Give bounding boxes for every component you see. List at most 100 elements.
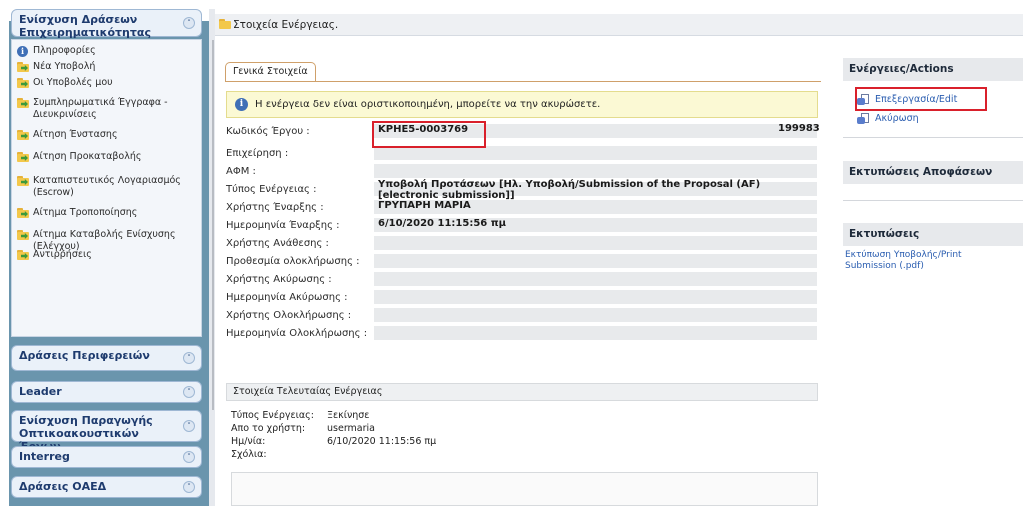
info-icon: i <box>17 46 30 57</box>
field-label: Χρήστης Έναρξης : <box>226 201 324 213</box>
collapse-icon[interactable]: ˄ <box>183 17 195 29</box>
field-value-bg <box>374 326 817 340</box>
section-title: Interreg <box>19 450 70 463</box>
print-submission-link[interactable]: Εκτύπωση Υποβολής/Print Submission (.pdf… <box>845 250 995 272</box>
page-title: Στοιχεία Ενέργειας. <box>233 19 339 31</box>
sidebar-item[interactable]: Αίτηση Προκαταβολής <box>17 151 195 163</box>
scrollbar[interactable] <box>212 40 214 410</box>
field-value-bg <box>374 290 817 304</box>
sidebar-item-label: Αίτηση Προκαταβολής <box>33 151 142 162</box>
last-action-row: Απο το χρήστη: usermaria <box>231 423 375 434</box>
expand-icon[interactable]: ˅ <box>183 420 195 432</box>
cancel-icon <box>857 113 870 124</box>
divider <box>843 137 1023 138</box>
prints-title: Εκτυπώσεις <box>843 223 1023 246</box>
last-action-value: Ξεκίνησε <box>327 410 370 421</box>
cancel-label: Ακύρωση <box>875 113 919 124</box>
expand-icon[interactable]: ˅ <box>183 386 195 398</box>
divider <box>843 200 1023 201</box>
sidebar-item[interactable]: i Πληροφορίες <box>17 45 195 57</box>
sidebar-item-label: Συμπληρωματικά Έγγραφα - Διευκρινίσεις <box>33 97 168 120</box>
folder-arrow-icon <box>17 208 30 219</box>
field-value-bg <box>374 254 817 268</box>
detail-field: Προθεσμία ολοκλήρωσης : <box>226 253 818 269</box>
folder-arrow-icon <box>17 62 30 73</box>
last-action-header: Στοιχεία Τελευταίας Ενέργειας <box>226 383 818 401</box>
sidebar-item[interactable]: Καταπιστευτικός Λογαριασμός (Escrow) <box>17 175 195 199</box>
page: Ενίσχυση Δράσεων Επιχειρηματικότητας ˄ i… <box>0 0 1023 506</box>
field-label: Ημερομηνία Ολοκλήρωσης : <box>226 327 368 339</box>
field-value-bg <box>374 164 817 178</box>
project-number: 199983 <box>778 123 820 134</box>
tab-general[interactable]: Γενικά Στοιχεία <box>225 62 316 81</box>
folder-arrow-icon <box>17 78 30 89</box>
section-title: Δράσεις ΟΑΕΔ <box>19 480 107 493</box>
detail-field: Χρήστης Έναρξης : ΓΡΥΠΑΡΗ ΜΑΡΙΑ <box>226 199 818 215</box>
actions-title: Ενέργειες/Actions <box>843 58 1023 81</box>
folder-arrow-icon <box>17 230 30 241</box>
folder-arrow-icon <box>17 130 30 141</box>
field-value: ΓΡΥΠΑΡΗ ΜΑΡΙΑ <box>378 200 471 211</box>
sidebar-item[interactable]: Νέα Υποβολή <box>17 61 195 73</box>
detail-field: Ημερομηνία Ολοκλήρωσης : <box>226 325 818 341</box>
section-enisxysi-draseon[interactable]: Ενίσχυση Δράσεων Επιχειρηματικότητας ˄ <box>11 9 202 39</box>
sidebar-item-label: Αίτηση Ένστασης <box>33 129 118 140</box>
notice-banner: i Η ενέργεια δεν είναι οριστικοποιημένη,… <box>226 91 818 118</box>
last-action-row: Ημ/νία: 6/10/2020 11:15:56 πμ <box>231 436 436 447</box>
field-label: Κωδικός Έργου : <box>226 125 310 137</box>
sidebar-item-label: Νέα Υποβολή <box>33 61 96 72</box>
section-collapsed[interactable]: Leader ˅ <box>11 381 202 403</box>
field-label: Τύπος Ενέργειας : <box>226 183 317 195</box>
last-action-label: Σχόλια: <box>231 449 267 460</box>
expand-icon[interactable]: ˅ <box>183 352 195 364</box>
cancel-action[interactable]: Ακύρωση <box>857 113 919 124</box>
detail-field: Τύπος Ενέργειας : Υποβολή Προτάσεων [Ηλ. … <box>226 179 818 201</box>
section-collapsed[interactable]: Ενίσχυση Παραγωγής Οπτικοακουστικών Έργω… <box>11 410 202 453</box>
last-action-value: 6/10/2020 11:15:56 πμ <box>327 436 437 447</box>
detail-field: Ημερομηνία Ακύρωσης : <box>226 289 818 305</box>
detail-field: Χρήστης Ακύρωσης : <box>226 271 818 287</box>
field-label: Ημερομηνία Ακύρωσης : <box>226 291 348 303</box>
folder-arrow-icon <box>17 176 30 187</box>
expand-icon[interactable]: ˅ <box>183 451 195 463</box>
section-title: Leader <box>19 385 62 398</box>
last-action-row: Σχόλια: <box>231 449 327 460</box>
sidebar-item[interactable]: Οι Υποβολές μου <box>17 77 195 89</box>
folder-arrow-icon <box>17 250 30 261</box>
field-value: Υποβολή Προτάσεων [Ηλ. Υποβολή/Submissio… <box>378 179 761 201</box>
sidebar-item[interactable]: Συμπληρωματικά Έγγραφα - Διευκρινίσεις <box>17 97 195 121</box>
field-value-bg <box>374 272 817 286</box>
detail-field: Χρήστης Ανάθεσης : <box>226 235 818 251</box>
detail-field: Χρήστης Ολοκλήρωσης : <box>226 307 818 323</box>
sidebar-menu: i Πληροφορίες Νέα Υποβολή Οι Υποβολές μου Συ… <box>11 39 202 337</box>
sidebar-item[interactable]: Αίτημα Τροποποίησης <box>17 207 195 219</box>
detail-field: Ημερομηνία Έναρξης : 6/10/2020 11:15:56 π… <box>226 217 818 233</box>
expand-icon[interactable]: ˅ <box>183 481 195 493</box>
field-label: ΑΦΜ : <box>226 165 256 177</box>
section-collapsed[interactable]: Interreg ˅ <box>11 446 202 468</box>
field-value: 6/10/2020 11:15:56 πμ <box>378 218 506 229</box>
sidebar-item-label: Οι Υποβολές μου <box>33 77 113 88</box>
last-action-label: Τύπος Ενέργειας: <box>231 410 314 421</box>
last-action-label: Ημ/νία: <box>231 436 266 447</box>
sidebar-item-label: Αίτημα Τροποποίησης <box>33 207 138 218</box>
tab-divider <box>225 81 821 82</box>
code-highlight-box <box>372 121 486 148</box>
section-collapsed[interactable]: Δράσεις Περιφερειών ˅ <box>11 345 202 371</box>
section-title: Δράσεις Περιφερειών <box>19 349 150 362</box>
sidebar-item[interactable]: Αντιρρήσεις <box>17 249 195 261</box>
field-value-bg <box>374 308 817 322</box>
edit-highlight-box <box>855 87 987 111</box>
section-title: Ενίσχυση Δράσεων Επιχειρηματικότητας <box>19 13 151 39</box>
detail-field: ΑΦΜ : <box>226 163 818 179</box>
last-action-row: Τύπος Ενέργειας: Ξεκίνησε <box>231 410 369 421</box>
sidebar-item-label: Αντιρρήσεις <box>33 249 92 260</box>
section-collapsed[interactable]: Δράσεις ΟΑΕΔ ˅ <box>11 476 202 498</box>
field-label: Προθεσμία ολοκλήρωσης : <box>226 255 360 267</box>
detail-field: Κωδικός Έργου : ΚΡΗΕ5-0003769 <box>226 123 818 139</box>
field-label: Ημερομηνία Έναρξης : <box>226 219 340 231</box>
field-label: Χρήστης Ολοκλήρωσης : <box>226 309 352 321</box>
decisions-title: Εκτυπώσεις Αποφάσεων <box>843 161 1023 184</box>
last-action-label: Απο το χρήστη: <box>231 423 306 434</box>
sidebar-item[interactable]: Αίτηση Ένστασης <box>17 129 195 141</box>
